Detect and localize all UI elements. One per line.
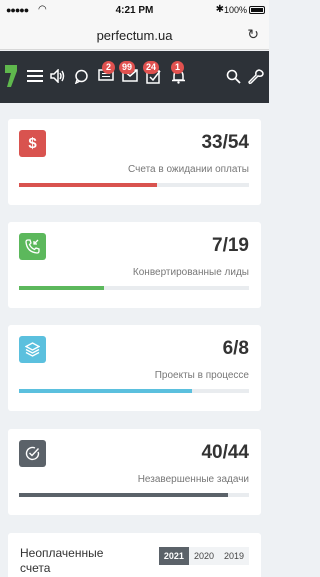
year-tabs: 2021 2020 2019: [158, 547, 249, 565]
status-bar: ●●●●● ◠ 4:21 PM ✱ 100%: [0, 0, 269, 20]
browser-address-bar[interactable]: perfectum.ua ↻: [0, 20, 269, 50]
bluetooth-icon: ✱: [215, 4, 224, 15]
tab-year-2020[interactable]: 2020: [188, 547, 219, 565]
stat-card-tasks[interactable]: 40/44 Незавершенные задачи: [8, 429, 261, 515]
progress-fill: [19, 286, 105, 290]
stat-value: 33/54: [201, 132, 249, 153]
progress-track: [19, 286, 249, 290]
check-circle-icon: [19, 440, 46, 467]
stat-value: 6/8: [222, 338, 249, 359]
tasks-icon[interactable]: 24: [143, 61, 161, 88]
tab-year-2021[interactable]: 2021: [158, 547, 189, 565]
battery-icon: [249, 6, 265, 14]
stat-label: Счета в ожидании оплаты: [128, 164, 249, 175]
stat-label: Проекты в процессе: [154, 370, 249, 381]
progress-track: [19, 183, 249, 187]
logo-icon[interactable]: [5, 65, 17, 87]
stat-value: 7/19: [212, 235, 249, 256]
progress-track: [19, 493, 249, 497]
stat-value: 40/44: [201, 442, 249, 463]
wrench-icon[interactable]: [248, 69, 264, 89]
bell-icon[interactable]: 1: [171, 61, 186, 88]
app-header: 2 99 24 1: [0, 51, 269, 103]
tab-year-2019[interactable]: 2019: [218, 547, 249, 565]
reload-icon[interactable]: ↻: [247, 26, 259, 43]
url-text[interactable]: perfectum.ua: [0, 28, 269, 43]
speaker-icon[interactable]: [50, 68, 66, 87]
search-icon[interactable]: [226, 69, 241, 88]
progress-track: [19, 389, 249, 393]
layers-icon: [19, 336, 46, 363]
unpaid-invoices-panel: Неоплаченные счета 2021 2020 2019: [8, 533, 261, 577]
chat-bubble-icon[interactable]: [74, 69, 89, 88]
progress-fill: [19, 183, 157, 187]
phone-incoming-icon: [19, 233, 46, 260]
tasks-badge: 24: [143, 61, 160, 74]
progress-fill: [19, 389, 192, 393]
stat-label: Конвертированные лиды: [132, 267, 249, 278]
stat-card-leads[interactable]: 7/19 Конвертированные лиды: [8, 222, 261, 308]
stat-card-invoices[interactable]: $ 33/54 Счета в ожидании оплаты: [8, 119, 261, 205]
mail-badge: 99: [119, 61, 136, 74]
bell-badge: 1: [171, 61, 184, 74]
progress-fill: [19, 493, 229, 497]
panel-title: Неоплаченные счета: [20, 546, 104, 575]
menu-icon[interactable]: [27, 69, 43, 87]
messages-icon[interactable]: 2: [98, 61, 115, 87]
mail-icon[interactable]: 99: [119, 61, 138, 86]
stat-card-projects[interactable]: 6/8 Проекты в процессе: [8, 325, 261, 411]
dollar-icon: $: [19, 130, 46, 157]
messages-badge: 2: [102, 61, 115, 74]
stat-label: Незавершенные задачи: [137, 474, 249, 485]
battery-percent: 100%: [223, 5, 247, 15]
